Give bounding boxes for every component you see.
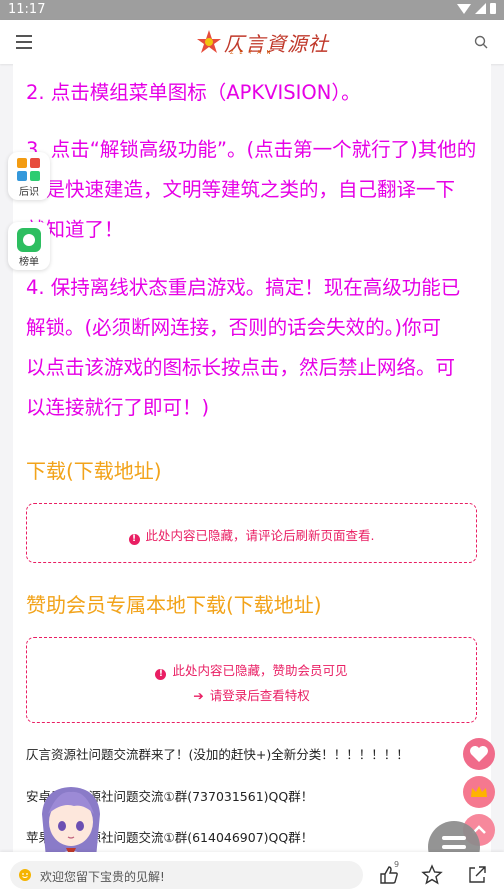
side-widget-rank-label: 榜单 [19,257,39,268]
wifi-icon [457,3,471,14]
hidden-content-box: ! 此处内容已隐藏，请评论后刷新页面查看. [26,503,477,563]
side-widget-rank[interactable]: 榜单 [8,222,50,270]
side-widget-apps-label: 后识 [19,187,39,198]
step-2-text: 2. 点击模组菜单图标（APKVISION）。 [26,81,361,104]
app-grid-icon [17,158,41,182]
site-logo[interactable]: 仄言資源社 ZEYAN [196,28,329,56]
heart-icon [470,746,488,762]
crown-icon [471,786,487,797]
comment-placeholder: 欢迎您留下宝贵的见解! [40,870,165,884]
comment-input[interactable]: 欢迎您留下宝贵的见解! [10,861,363,889]
star-icon[interactable] [421,864,443,886]
step-3-line-2: 就是快速建造，文明等建筑之类的，自己翻译一下 [26,178,456,201]
hidden-notice: ! 此处内容已隐藏，请评论后刷新页面查看. [27,525,476,545]
crown-button[interactable] [463,776,495,808]
login-arrow-icon: ➔ [193,688,204,703]
vip-download-heading: 赞助会员专属本地下载(下载地址) [26,593,322,617]
app-header: 仄言資源社 ZEYAN [0,20,504,64]
menu-icon[interactable] [16,35,32,49]
bottom-action-bar: 欢迎您留下宝贵的见解! 9 [0,852,504,896]
like-count: 9 [394,860,400,869]
vip-login-link[interactable]: ➔ 请登录后查看特权 [27,685,476,704]
step-4-line-1: 4. 保持离线状态重启游戏。搞定！现在高级功能已 [26,276,461,299]
battery-icon [490,3,496,14]
article-content: 2. 点击模组菜单图标（APKVISION）。 3. 点击“解锁高级功能”。(点… [13,64,491,896]
status-bar: 11:17 [0,0,504,20]
star-logo-icon [197,30,221,53]
smile-icon [19,869,31,881]
step-4-line-2: 解锁。(必须断网连接，否则的话会失效的。)你可 [26,316,441,339]
group-announcement: 仄言资源社问题交流群来了！(没加的赶快+)全新分类！！！！！！！ [26,747,409,762]
search-icon[interactable] [474,35,488,49]
alert-icon: ! [155,669,167,680]
step-3-line-3: 就知道了！ [26,218,124,241]
rank-icon [17,228,41,252]
logo-subtext: ZEYAN [230,50,277,56]
step-4-line-4: 以连接就行了即可！) [26,396,210,419]
favorite-heart-button[interactable] [463,738,495,770]
status-time: 11:17 [8,2,46,17]
signal-icon [475,3,486,14]
step-4-line-3: 以点击该游戏的图标长按点击，然后禁止网络。可 [26,356,456,379]
step-3-line-1: 3. 点击“解锁高级功能”。(点击第一个就行了)其他的 [26,138,477,161]
side-widget-apps[interactable]: 后识 [8,152,50,200]
download-heading: 下载(下载地址) [26,459,162,483]
vip-notice: ! 此处内容已隐藏，赞助会员可见 [27,660,476,680]
share-icon[interactable] [466,864,488,886]
anime-mascot-image [42,787,100,858]
alert-icon: ! [128,534,140,545]
vip-content-box: ! 此处内容已隐藏，赞助会员可见 ➔ 请登录后查看特权 [26,637,477,723]
